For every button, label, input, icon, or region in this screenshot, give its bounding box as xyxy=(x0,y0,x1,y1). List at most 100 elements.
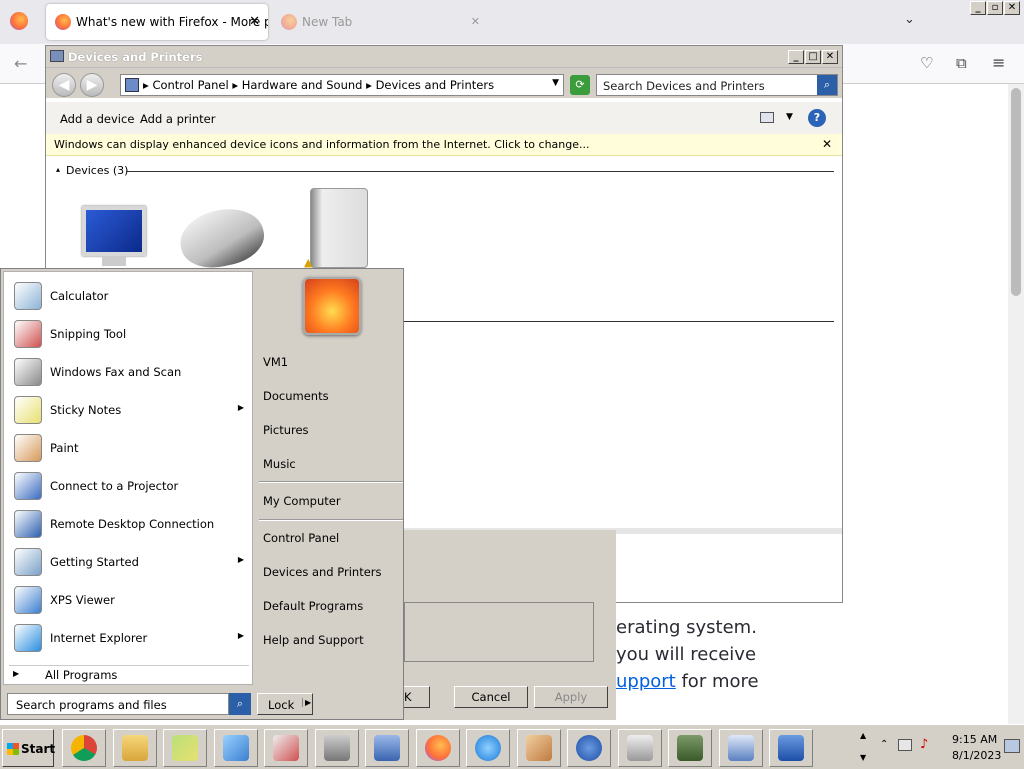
taskbar-button[interactable] xyxy=(567,729,611,767)
maximize-button[interactable]: □ xyxy=(805,50,821,64)
breadcrumb-item[interactable]: Control Panel xyxy=(152,78,228,92)
taskbar-button[interactable] xyxy=(718,729,763,767)
taskbar-button[interactable] xyxy=(466,729,510,767)
close-button[interactable]: ✕ xyxy=(822,50,838,64)
breadcrumb-item[interactable]: Hardware and Sound xyxy=(242,78,363,92)
lock-button[interactable]: Lock ▶ xyxy=(257,693,313,715)
all-programs-label: All Programs xyxy=(45,668,118,682)
clock-time[interactable]: 9:15 AM xyxy=(952,733,997,746)
extensions-icon[interactable]: ⧉ xyxy=(956,54,967,72)
search-icon[interactable]: ⌕ xyxy=(817,75,837,95)
network-icon[interactable] xyxy=(898,739,912,751)
vertical-scrollbar[interactable] xyxy=(1008,84,1024,724)
help-icon xyxy=(576,735,602,761)
taskbar-button[interactable] xyxy=(415,729,460,767)
taskbar-button[interactable] xyxy=(62,729,106,767)
taskbar-button[interactable] xyxy=(264,729,308,767)
devices-group-header[interactable]: ▴ Devices (3) xyxy=(56,164,834,178)
taskbar-button[interactable] xyxy=(516,729,561,767)
refresh-icon[interactable]: ⟳ xyxy=(570,75,590,95)
program-item[interactable]: Getting Started ▶ xyxy=(10,544,250,580)
breadcrumb-item[interactable]: Devices and Printers xyxy=(376,78,495,92)
menu-icon[interactable]: ≡ xyxy=(992,53,1005,72)
start-menu-link[interactable]: Documents xyxy=(263,389,329,403)
back-button[interactable]: ◀ xyxy=(52,73,76,97)
help-icon[interactable]: ? xyxy=(808,109,826,127)
restore-button[interactable]: ▫ xyxy=(987,1,1003,15)
start-menu-link[interactable]: Devices and Printers xyxy=(263,565,382,579)
list-tabs-icon[interactable]: ⌄ xyxy=(904,12,915,27)
taskbar-button[interactable] xyxy=(314,729,359,767)
all-programs-item[interactable]: ▶ All Programs xyxy=(9,665,249,683)
search-programs-input[interactable]: Search programs and files xyxy=(7,693,229,715)
chevron-down-icon[interactable]: ▼ xyxy=(552,78,559,88)
add-printer-button[interactable]: Add a printer xyxy=(140,112,215,126)
show-desktop-icon[interactable] xyxy=(1004,739,1020,753)
taskbar-button[interactable] xyxy=(365,729,409,767)
device-monitor[interactable] xyxy=(78,204,148,270)
chevron-down-icon[interactable]: ▼ xyxy=(786,112,793,122)
chevron-down-icon[interactable]: ▼ xyxy=(860,753,866,762)
program-item[interactable]: Windows Fax and Scan xyxy=(10,354,250,390)
taskbar-button[interactable] xyxy=(112,729,157,767)
scrollbar-thumb[interactable] xyxy=(1011,88,1021,296)
close-tab-icon[interactable]: ✕ xyxy=(249,4,260,40)
chevron-right-icon[interactable]: ▶ xyxy=(302,698,311,707)
volume-muted-icon[interactable]: ♪ xyxy=(920,737,928,752)
program-item[interactable]: Internet Explorer ▶ xyxy=(10,620,250,656)
taskbar-scroller[interactable]: ▲ ▼ xyxy=(858,729,874,767)
view-options-icon[interactable] xyxy=(760,112,774,123)
info-bar-text: Windows can display enhanced device icon… xyxy=(54,138,590,151)
start-menu-link[interactable]: My Computer xyxy=(263,494,341,508)
show-hidden-icons[interactable]: ⌃ xyxy=(880,739,888,750)
clock-date[interactable]: 8/1/2023 xyxy=(952,749,1001,762)
chevron-right-icon[interactable]: ▸ xyxy=(232,78,241,92)
minimize-button[interactable]: _ xyxy=(970,1,986,15)
program-item[interactable]: Connect to a Projector xyxy=(10,468,250,504)
start-menu-link[interactable]: Control Panel xyxy=(263,531,339,545)
start-menu-link[interactable]: Help and Support xyxy=(263,633,364,647)
firefox-icon xyxy=(424,735,451,761)
user-picture[interactable] xyxy=(303,277,361,335)
tab-whats-new[interactable]: What's new with Firefox - More pr ✕ xyxy=(46,4,268,40)
close-icon[interactable]: ✕ xyxy=(822,137,832,151)
taskbar-button[interactable] xyxy=(213,729,258,767)
pocket-icon[interactable]: ♡ xyxy=(920,54,933,72)
program-item[interactable]: Snipping Tool xyxy=(10,316,250,352)
chevron-up-icon[interactable]: ▲ xyxy=(860,731,866,740)
chevron-right-icon[interactable]: ▸ xyxy=(366,78,375,92)
start-menu-link[interactable]: Music xyxy=(263,457,296,471)
cancel-button[interactable]: Cancel xyxy=(454,686,528,708)
chevron-right-icon: ▶ xyxy=(237,555,244,564)
program-item[interactable]: Sticky Notes ▶ xyxy=(10,392,250,428)
taskbar-button[interactable] xyxy=(163,729,207,767)
device-computer[interactable]: ▲ xyxy=(304,186,372,270)
firefox-view-icon[interactable] xyxy=(10,12,28,30)
forward-button[interactable]: ▶ xyxy=(80,73,104,97)
address-bar[interactable]: ▸ Control Panel ▸ Hardware and Sound ▸ D… xyxy=(120,74,564,96)
taskbar-button[interactable] xyxy=(668,729,712,767)
add-device-button[interactable]: Add a device xyxy=(60,112,134,126)
taskbar-button[interactable] xyxy=(769,729,813,767)
info-bar[interactable]: Windows can display enhanced device icon… xyxy=(46,134,842,156)
start-menu-link[interactable]: Default Programs xyxy=(263,599,363,613)
device-mouse[interactable] xyxy=(175,201,269,275)
minimize-button[interactable]: _ xyxy=(788,50,804,64)
start-menu-link[interactable]: Pictures xyxy=(263,423,309,437)
program-item[interactable]: Paint xyxy=(10,430,250,466)
program-item[interactable]: Remote Desktop Connection xyxy=(10,506,250,542)
window-titlebar[interactable]: Devices and Printers _ □ ✕ xyxy=(46,46,842,68)
program-item[interactable]: Calculator xyxy=(10,278,250,314)
search-devices-input[interactable]: Search Devices and Printers ⌕ xyxy=(596,74,838,96)
close-button[interactable]: ✕ xyxy=(1004,1,1020,15)
search-icon[interactable]: ⌕ xyxy=(229,693,251,715)
taskbar-button[interactable] xyxy=(617,729,662,767)
start-menu-link[interactable]: VM1 xyxy=(263,355,288,369)
tab-new-tab[interactable]: New Tab ✕ xyxy=(272,4,492,40)
close-tab-icon[interactable]: ✕ xyxy=(471,4,480,40)
back-arrow-icon[interactable]: ← xyxy=(14,54,27,73)
program-item[interactable]: XPS Viewer xyxy=(10,582,250,618)
programs-list: Calculator Snipping Tool Windows Fax and S… xyxy=(3,271,253,685)
support-link[interactable]: upport xyxy=(616,671,676,692)
group-label: Devices (3) xyxy=(66,164,129,177)
